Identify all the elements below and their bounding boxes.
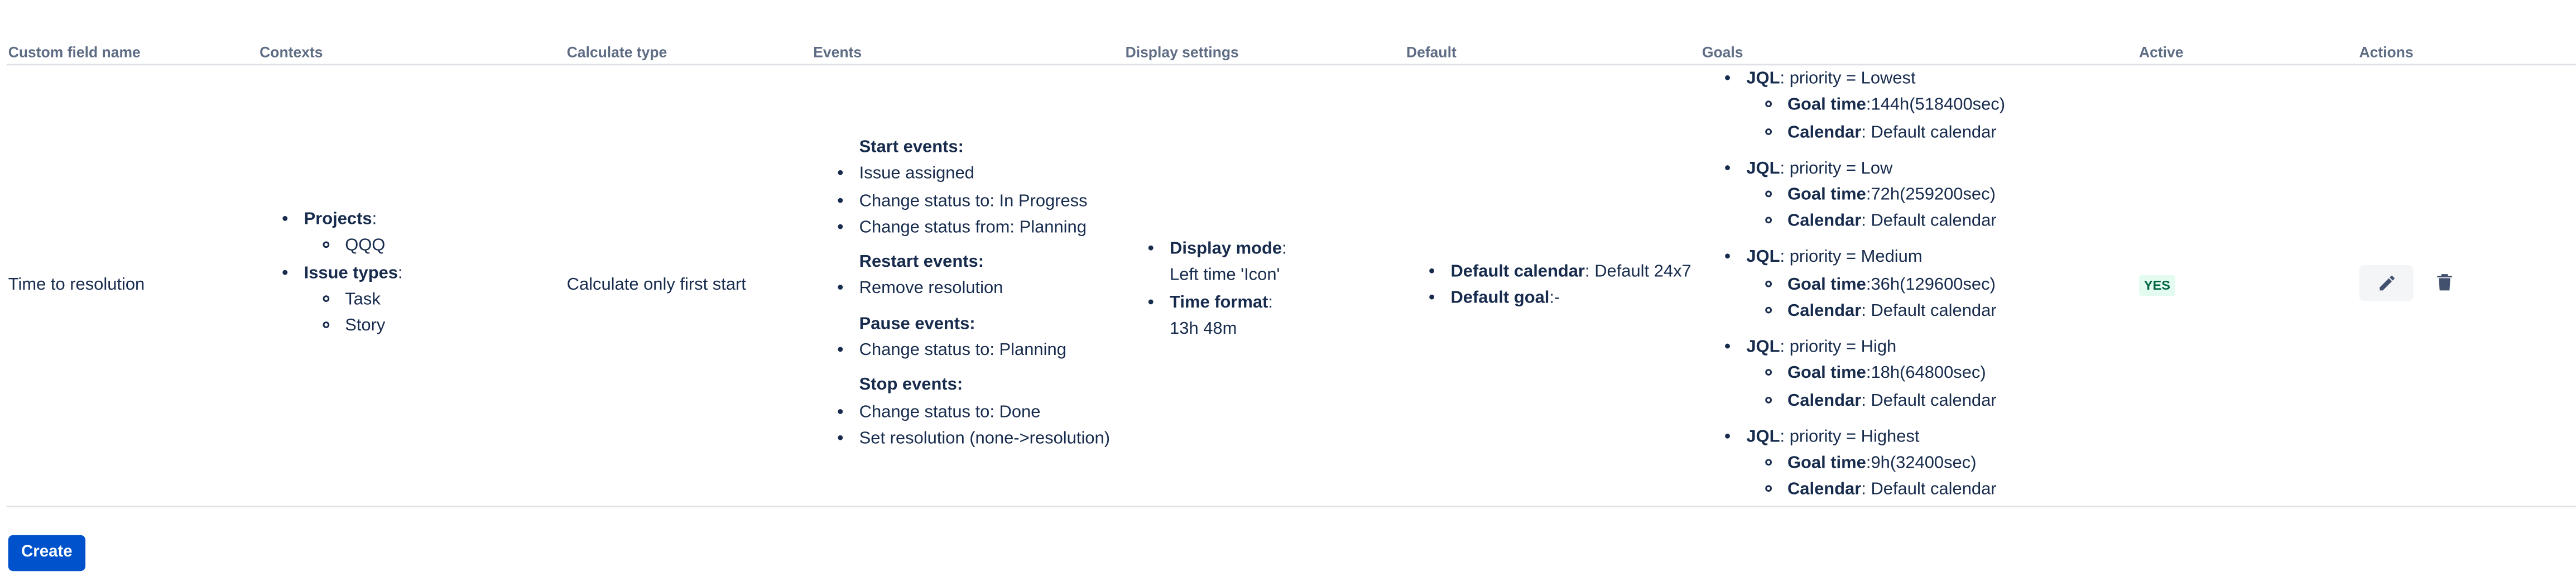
goal-item: JQL: priority = Medium Goal time:36h(129… [1746,244,2005,324]
issue-type-item: Task [345,286,402,313]
stop-events-heading: Stop events: [859,375,963,395]
custom-fields-page: Custom field name Contexts Calculate typ… [0,0,2576,576]
custom-field-name-cell: Time to resolution [8,275,145,295]
trash-icon [2437,273,2452,290]
events-cell: Start events: Issue assigned Change stat… [832,134,1110,452]
start-event-item: Issue assigned [859,161,1110,188]
stop-event-item: Change status to: Done [859,399,1110,425]
display-mode-item: Display mode: Left time 'Icon' [1170,236,1287,289]
contexts-projects: Projects: QQQ [304,206,403,260]
table-bottom-divider [6,505,2576,507]
header-default: Default [1406,44,1457,61]
edit-button[interactable] [2359,265,2414,301]
contexts-issue-types: Issue types: Task Story [304,260,403,339]
delete-button[interactable] [2431,268,2458,295]
time-format-item: Time format: 13h 48m [1170,289,1287,343]
header-goals: Goals [1702,44,1743,61]
header-actions: Actions [2359,44,2414,61]
header-active: Active [2138,44,2184,61]
header-events: Events [813,44,862,61]
default-calendar-item: Default calendar: Default 24x7 [1450,258,1691,285]
project-item: QQQ [345,233,402,260]
header-calculate-type: Calculate type [566,44,667,61]
active-status-badge: YES [2138,274,2175,296]
projects-label: Projects [304,209,372,229]
header-display-settings: Display settings [1125,44,1239,61]
issue-types-label: Issue types [304,262,398,283]
time-format-value: 13h 48m [1170,319,1237,339]
header-divider [6,63,2576,65]
issue-type-item: Story [345,313,402,340]
display-mode-value: Left time 'Icon' [1170,265,1280,286]
contexts-cell: Projects: QQQ Issue types: Task Story [276,206,403,339]
start-event-item: Change status from: Planning [859,214,1110,241]
display-settings-cell: Display mode: Left time 'Icon' Time form… [1142,236,1287,342]
goal-item: JQL: priority = High Goal time:18h(64800… [1746,334,2005,414]
pause-event-item: Change status to: Planning [859,337,1110,364]
goal-item: JQL: priority = Lowest Goal time:144h(51… [1746,65,2005,145]
default-cell: Default calendar: Default 24x7 Default g… [1422,258,1691,312]
goal-item: JQL: priority = Low Goal time:72h(259200… [1746,155,2005,235]
pause-events-heading: Pause events: [859,314,975,334]
create-button[interactable]: Create [8,535,86,572]
calculate-type-cell: Calculate only first start [566,275,746,295]
start-events-heading: Start events: [859,137,964,157]
restart-event-item: Remove resolution [859,276,1110,303]
header-contexts: Contexts [259,44,323,61]
goal-item: JQL: priority = Highest Goal time:9h(324… [1746,424,2005,503]
default-goal-item: Default goal:- [1450,285,1691,312]
stop-event-item: Set resolution (none->resolution) [859,425,1110,452]
header-custom-field-name: Custom field name [8,44,141,61]
restart-events-heading: Restart events: [859,252,984,272]
start-event-item: Change status to: In Progress [859,188,1110,214]
pencil-icon [2378,276,2394,291]
goals-cell: JQL: priority = Lowest Goal time:144h(51… [1718,65,2005,513]
